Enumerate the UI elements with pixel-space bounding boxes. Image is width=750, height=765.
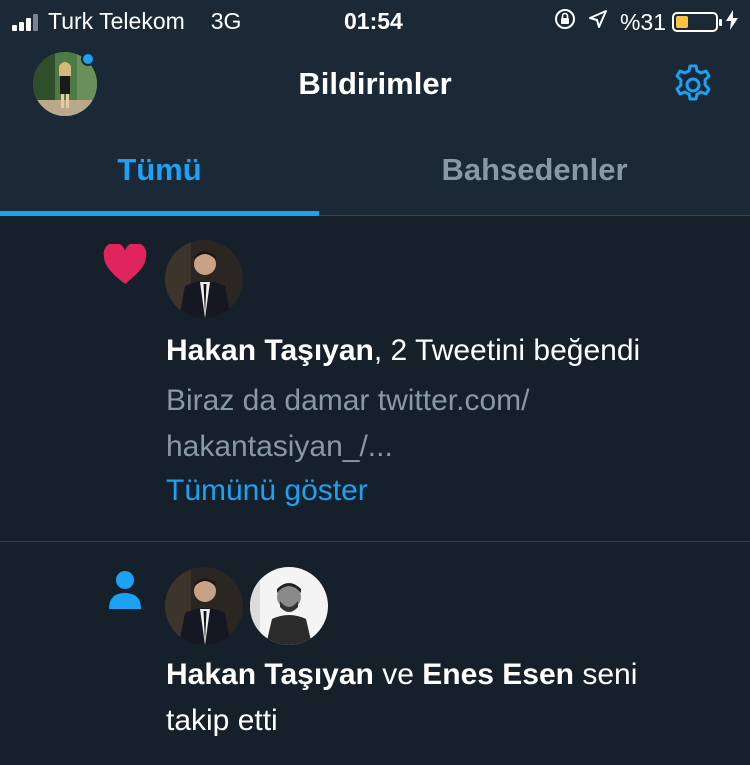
person-icon bbox=[108, 570, 142, 615]
tab-all[interactable]: Tümü bbox=[0, 152, 319, 188]
location-arrow-icon bbox=[588, 9, 608, 35]
notification-action: , 2 Tweetini beğendi bbox=[373, 334, 641, 367]
tweet-preview[interactable]: Biraz da damar twitter.com/ hakantasiyan… bbox=[166, 378, 726, 470]
carrier-name: Turk Telekom bbox=[48, 8, 185, 34]
header: Bildirimler bbox=[0, 42, 750, 130]
avatar-hakan[interactable] bbox=[165, 240, 243, 318]
connector-text: ve bbox=[373, 658, 423, 691]
notification-text: Hakan Taşıyan, 2 Tweetini beğendi bbox=[166, 330, 726, 372]
user-name[interactable]: Hakan Taşıyan bbox=[166, 334, 374, 367]
page-title: Bildirimler bbox=[298, 66, 452, 101]
notification-action: takip etti bbox=[166, 704, 278, 737]
heart-icon bbox=[102, 242, 148, 291]
signal-icon bbox=[12, 13, 40, 31]
tweet-preview-line: Biraz da damar twitter.com/ bbox=[166, 384, 530, 417]
battery-level bbox=[676, 16, 688, 28]
status-left: Turk Telekom 3G bbox=[12, 8, 241, 35]
status-bar: Turk Telekom 3G 01:54 %31 bbox=[0, 0, 750, 42]
avatar-enes[interactable] bbox=[250, 567, 328, 645]
network-type: 3G bbox=[210, 8, 242, 34]
tweet-preview-line: hakantasiyan_/... bbox=[166, 430, 393, 463]
user-name[interactable]: Enes Esen bbox=[422, 658, 574, 691]
rotation-lock-icon bbox=[554, 8, 576, 36]
notification-text: Hakan Taşıyan ve Enes Esen seni takip et… bbox=[166, 652, 726, 744]
battery-percentage: %31 bbox=[619, 8, 666, 35]
tab-mentions[interactable]: Bahsedenler bbox=[319, 152, 750, 188]
status-right: %31 bbox=[554, 8, 738, 36]
user-name[interactable]: Hakan Taşıyan bbox=[166, 658, 374, 691]
battery-icon bbox=[672, 12, 722, 32]
tab-bar: Tümü Bahsedenler bbox=[0, 130, 750, 216]
unread-indicator bbox=[81, 52, 95, 66]
show-all-link[interactable]: Tümünü göster bbox=[166, 474, 368, 508]
notification-action: seni bbox=[574, 658, 638, 691]
status-time: 01:54 bbox=[344, 8, 403, 34]
charging-bolt-icon bbox=[726, 9, 738, 35]
avatar-hakan[interactable] bbox=[165, 567, 243, 645]
notification-follow[interactable]: Hakan Taşıyan ve Enes Esen seni takip et… bbox=[0, 542, 750, 765]
gear-icon[interactable] bbox=[670, 62, 716, 108]
notification-like[interactable]: Hakan Taşıyan, 2 Tweetini beğendi Biraz … bbox=[0, 216, 750, 542]
